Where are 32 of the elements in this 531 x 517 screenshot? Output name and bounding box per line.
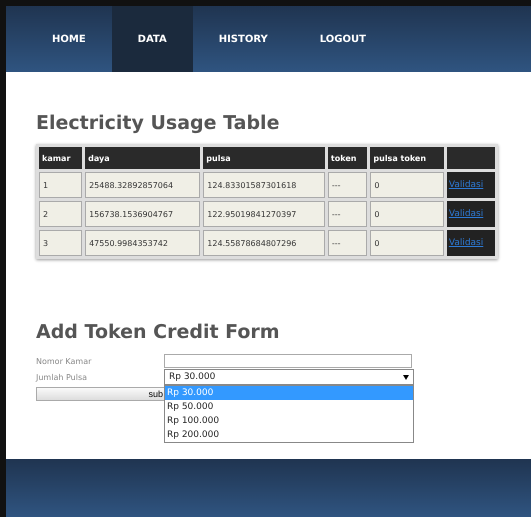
table-cell: --- [328,172,368,198]
column-header: token [328,147,368,169]
nav-tab[interactable]: HOME [26,6,112,72]
table-cell: 0 [370,230,444,256]
input-field[interactable] [164,354,412,368]
field-label: Nomor Kamar [36,356,92,366]
table-cell: 124.83301587301618 [203,172,325,198]
column-header: kamar [39,147,82,169]
table-cell: --- [328,201,368,227]
column-header: pulsa token [370,147,444,169]
column-header [446,147,495,169]
nav-tab[interactable]: DATA [112,6,193,72]
nav-tab[interactable]: LOGOUT [294,6,392,72]
table-cell: 124.55878684807296 [203,230,325,256]
table-cell: 3 [39,230,82,256]
table-cell: 0 [370,201,444,227]
table-cell: 1 [39,172,82,198]
table-title: Electricity Usage Table [36,112,280,134]
table-cell: 47550.9984353742 [85,230,200,256]
table-cell: 2 [39,201,82,227]
column-header: pulsa [203,147,325,169]
field-label: Jumlah Pulsa [36,372,88,382]
table-cell: 156738.1536904767 [85,201,200,227]
column-header: daya [85,147,200,169]
table-cell: 122.95019841270397 [203,201,325,227]
nav-tab[interactable]: HISTORY [192,6,294,72]
dropdown-arrow-icon [403,374,409,380]
table-cell: 25488.32892857064 [85,172,200,198]
table-cell: 0 [370,172,444,198]
table-cell: --- [328,230,368,256]
form-title: Add Token Credit Form [36,321,281,343]
submit-button[interactable]: sub [36,386,166,400]
